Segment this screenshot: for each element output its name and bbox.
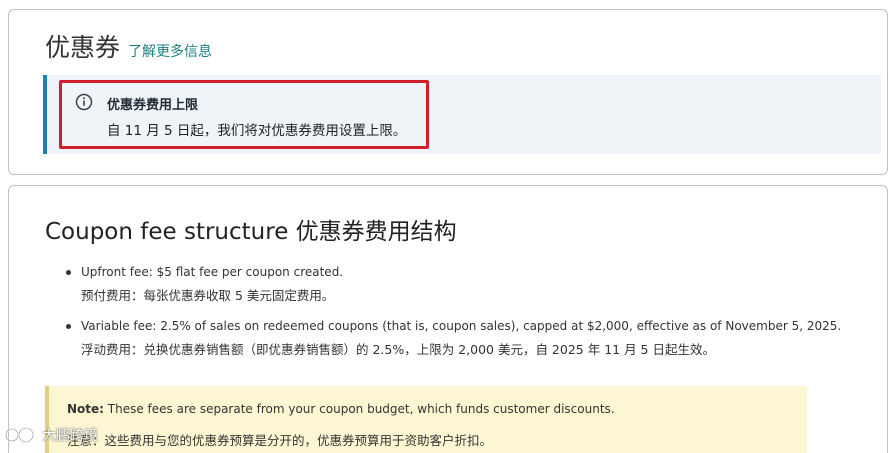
page-title: 优惠券 xyxy=(45,33,121,62)
note-text-cn: 注意：这些费用与您的优惠券预算是分开的，优惠券预算用于资助客户折扣。 xyxy=(67,433,493,448)
list-item: Variable fee: 2.5% of sales on redeemed … xyxy=(65,318,865,359)
watermark-text: 大鹏跨境 xyxy=(42,428,98,444)
alert-body: 自 11 月 5 日起，我们将对优惠券费用设置上限。 xyxy=(107,123,407,139)
watermark: 大鹏跨境 xyxy=(4,424,98,446)
fee-text-cn: 预付费用：每张优惠券收取 5 美元固定费用。 xyxy=(81,288,335,303)
note-text-en: Note: These fees are separate from your … xyxy=(67,402,615,416)
fee-text-en: Upfront fee: $5 flat fee per coupon crea… xyxy=(81,265,344,279)
fee-text-cn: 浮动费用：兑换优惠券销售额（即优惠券销售额）的 2.5%，上限为 2,000 美… xyxy=(81,342,715,357)
alert-title: 优惠券费用上限 xyxy=(107,98,199,113)
info-icon xyxy=(75,93,93,111)
list-item: Upfront fee: $5 flat fee per coupon crea… xyxy=(65,264,865,305)
coupons-header-card: 优惠券 了解更多信息 优惠券费用上限 自 11 月 5 日起，我们将对优惠券费用… xyxy=(8,9,888,175)
learn-more-link[interactable]: 了解更多信息 xyxy=(128,41,212,61)
note-body-en: These fees are separate from your coupon… xyxy=(103,402,615,416)
note-label: Note: xyxy=(67,402,104,416)
fee-text-en: Variable fee: 2.5% of sales on redeemed … xyxy=(81,319,842,333)
watermark-logo-icon xyxy=(5,427,34,443)
info-alert: 优惠券费用上限 自 11 月 5 日起，我们将对优惠券费用设置上限。 xyxy=(43,75,881,154)
fee-list: Upfront fee: $5 flat fee per coupon crea… xyxy=(65,264,865,372)
fee-structure-card: Coupon fee structure 优惠券费用结构 Upfront fee… xyxy=(8,185,888,453)
note-box: Note: These fees are separate from your … xyxy=(45,386,807,453)
section-title: Coupon fee structure 优惠券费用结构 xyxy=(45,219,457,245)
title-row: 优惠券 了解更多信息 xyxy=(45,28,212,64)
